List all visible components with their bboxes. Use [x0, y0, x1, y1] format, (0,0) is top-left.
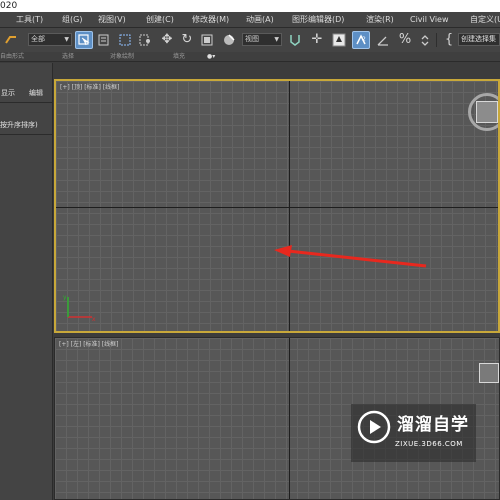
panel-divider: [0, 134, 53, 135]
svg-text:2: 2: [362, 36, 366, 43]
watermark-url: ZIXUE.3D66.COM: [395, 440, 463, 448]
ribbon-options-icon[interactable]: ●▾: [207, 52, 215, 62]
panel-divider: [0, 102, 53, 103]
scene-explorer-tabs: 显示 编辑: [0, 86, 53, 100]
create-selection-set-field[interactable]: 创建选择集: [458, 33, 500, 46]
selection-filter-value: 全部: [31, 35, 45, 43]
window-title: 020: [0, 1, 18, 11]
keyboard-shortcut-override-icon[interactable]: [330, 31, 348, 49]
placement-icon[interactable]: [220, 31, 238, 49]
ribbon-bar: 自由形式 选择 对象绘制 填充 ●▾: [0, 52, 500, 62]
ribbon-tab-selection[interactable]: 选择: [62, 52, 74, 62]
red-arrow-annotation: [274, 245, 427, 268]
menu-civil-view[interactable]: Civil View: [410, 12, 449, 28]
chevron-down-icon: ▼: [274, 36, 279, 43]
watermark-logo: 溜溜自学 ZIXUE.3D66.COM: [351, 404, 476, 462]
scene-explorer-panel: 显示 编辑 按升序排序): [0, 63, 53, 500]
rotate-icon[interactable]: ↻: [178, 31, 196, 49]
toolbar-divider: [436, 33, 437, 47]
rectangular-region-icon[interactable]: [116, 31, 134, 49]
edit-named-selection-icon[interactable]: {: [440, 31, 458, 49]
ribbon-tab-object-paint[interactable]: 对象绘制: [110, 52, 134, 62]
menu-create[interactable]: 创建(C): [146, 12, 174, 28]
select-by-name-icon[interactable]: [96, 31, 114, 49]
menu-views[interactable]: 视图(V): [98, 12, 126, 28]
snaps-toggle-icon[interactable]: 2: [352, 31, 370, 49]
viewport-top[interactable]: [+] [顶] [标准] [线框] y x: [54, 79, 500, 333]
create-selection-set-label: 创建选择集: [461, 35, 496, 43]
menu-animation[interactable]: 动画(A): [246, 12, 274, 28]
link-icon[interactable]: [2, 31, 20, 49]
viewport-left-label[interactable]: [+] [左] [标准] [线框]: [59, 341, 118, 349]
select-manipulate-icon[interactable]: ✛: [308, 31, 326, 49]
chevron-down-icon: ▼: [64, 36, 69, 43]
reference-coordinate-dropdown[interactable]: 视图 ▼: [242, 33, 282, 46]
selection-filter-dropdown[interactable]: 全部 ▼: [28, 33, 72, 46]
menu-group[interactable]: 组(G): [62, 12, 82, 28]
main-toolbar: 全部 ▼ ✥ ↻ 视图 ▼ ✛ 2 % {创建选择集: [0, 28, 500, 52]
menu-graph-editors[interactable]: 图形编辑器(D): [292, 12, 344, 28]
menu-bar: 工具(T) 组(G) 视图(V) 创建(C) 修改器(M) 动画(A) 图形编辑…: [0, 12, 500, 28]
title-bar: 020: [0, 0, 500, 12]
menu-customize[interactable]: 自定义(U): [470, 12, 500, 28]
move-icon[interactable]: ✥: [158, 31, 176, 49]
tab-display[interactable]: 显示: [1, 86, 15, 100]
percent-snap-icon[interactable]: %: [396, 31, 414, 49]
watermark-title: 溜溜自学: [397, 415, 469, 435]
ribbon-tab-freeform[interactable]: 自由形式: [0, 52, 24, 62]
sort-column-header[interactable]: 按升序排序): [0, 119, 53, 131]
grid-axis-vertical: [289, 338, 290, 499]
tab-edit[interactable]: 编辑: [29, 86, 43, 100]
spinner-snap-icon[interactable]: [416, 31, 434, 49]
ribbon-tab-populate[interactable]: 填充: [173, 52, 185, 62]
window-crossing-icon[interactable]: [136, 31, 154, 49]
reference-coordinate-value: 视图: [245, 35, 259, 43]
app-window: 020 工具(T) 组(G) 视图(V) 创建(C) 修改器(M) 动画(A) …: [0, 0, 500, 500]
menu-rendering[interactable]: 渲染(R): [366, 12, 394, 28]
pivot-center-icon[interactable]: [286, 31, 304, 49]
scale-icon[interactable]: [198, 31, 216, 49]
viewcube-icon[interactable]: [479, 363, 499, 383]
menu-modifiers[interactable]: 修改器(M): [192, 12, 229, 28]
menu-tools[interactable]: 工具(T): [16, 12, 43, 28]
play-logo-icon: [357, 410, 391, 444]
select-object-icon[interactable]: [75, 31, 93, 49]
angle-snap-icon[interactable]: [374, 31, 392, 49]
